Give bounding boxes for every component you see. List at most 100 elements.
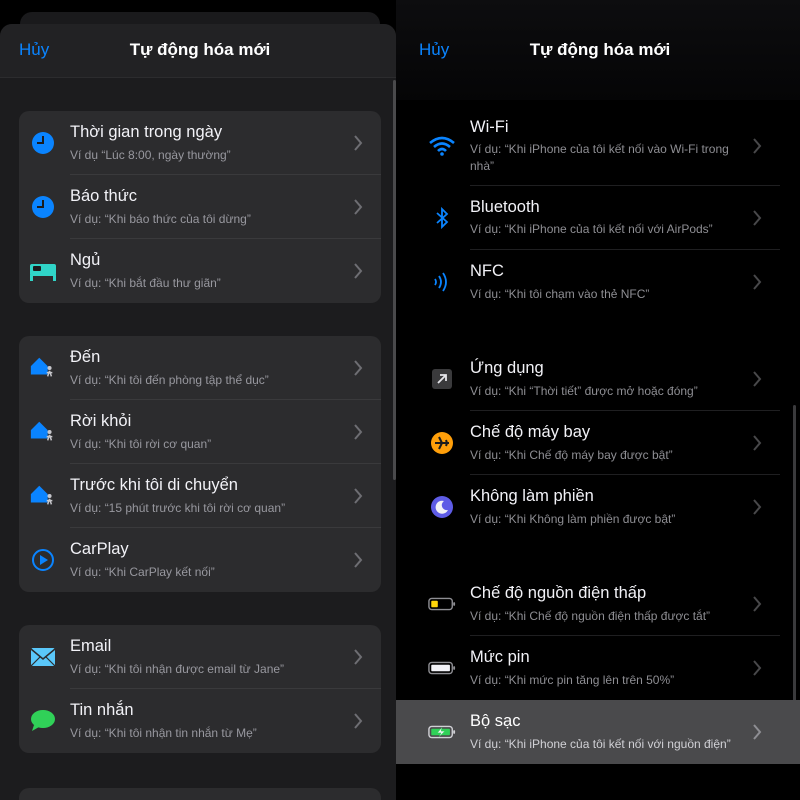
row-label: Đến [70,348,101,366]
row-subtitle: Ví dụ: “Khi tôi rời cơ quan” [70,437,212,451]
home-person-icon [29,418,57,446]
row-subtitle: Ví dụ: “Khi iPhone của tôi kết nối với A… [470,222,713,236]
wifi-icon [428,132,456,160]
chevron-right-icon [753,596,762,612]
clock-icon [29,129,57,157]
row-subtitle: Ví dụ: “Khi tôi đến phòng tập thể dục” [70,373,269,387]
trigger-carplay[interactable]: CarPlay Ví dụ: “Khi CarPlay kết nối” [19,528,381,592]
row-subtitle: Ví dụ “Lúc 8:00, ngày thường” [70,148,231,162]
trigger-wifi[interactable]: Wi-Fi Ví dụ: “Khi iPhone của tôi kết nối… [396,106,800,186]
chevron-right-icon [753,274,762,290]
row-subtitle: Ví dụ: “Khi tôi nhận được email từ Jane” [70,662,285,676]
communication-triggers-group: Email Ví dụ: “Khi tôi nhận được email từ… [19,625,381,753]
right-panel: Hủy Tự động hóa mới Wi-Fi Ví dụ: “Khi iP… [396,0,800,800]
trigger-alarm[interactable]: Báo thức Ví dụ: “Khi báo thức của tôi dừ… [19,175,381,239]
row-subtitle: Ví dụ: “15 phút trước khi tôi rời cơ qua… [70,501,286,515]
trigger-airplane-mode[interactable]: Chế độ máy bay Ví dụ: “Khi Chế độ máy ba… [396,411,800,475]
home-person-icon [29,354,57,382]
cancel-button[interactable]: Hủy [419,40,449,60]
trigger-bluetooth[interactable]: Bluetooth Ví dụ: “Khi iPhone của tôi kết… [396,186,800,250]
trigger-app[interactable]: Ứng dụng Ví dụ: “Khi “Thời tiết” được mở… [396,347,800,411]
row-label: Thời gian trong ngày [70,123,223,141]
row-subtitle: Ví dụ: “Khi Không làm phiền được bật” [470,512,676,526]
page-title: Tự động hóa mới [129,40,271,59]
row-subtitle: Ví dụ: “Khi mức pin tăng lên trên 50%” [470,673,675,687]
row-label: Ngủ [70,251,101,269]
nfc-icon [428,268,456,296]
row-label: Tin nhắn [70,701,134,719]
trigger-sleep[interactable]: Ngủ Ví dụ: “Khi bắt đầu thư giãn” [19,239,381,303]
time-triggers-group: Thời gian trong ngày Ví dụ “Lúc 8:00, ng… [19,111,381,303]
mail-icon [29,643,57,671]
chevron-right-icon [354,649,363,665]
trigger-nfc[interactable]: NFC Ví dụ: “Khi tôi chạm vào thẻ NFC” [396,250,800,314]
location-triggers-group: Đến Ví dụ: “Khi tôi đến phòng tập thể dụ… [19,336,381,592]
row-subtitle: Ví dụ: “Khi Chế độ máy bay được bật” [470,448,673,462]
row-label: CarPlay [70,540,129,558]
chevron-right-icon [753,435,762,451]
trigger-before-commute[interactable]: Trước khi tôi di chuyển Ví dụ: “15 phút … [19,464,381,528]
row-subtitle: Ví dụ: “Khi báo thức của tôi dừng” [70,212,251,226]
bed-icon [29,257,57,285]
bluetooth-icon [428,204,456,232]
row-label: NFC [470,262,504,280]
clock-icon [29,193,57,221]
row-label: Bluetooth [470,198,540,216]
trigger-message[interactable]: Tin nhắn Ví dụ: “Khi tôi nhận tin nhắn t… [19,689,381,753]
battery-icon [428,654,456,682]
row-subtitle: Ví dụ: “Khi tôi nhận tin nhắn từ Mẹ” [70,726,257,740]
trigger-time-of-day[interactable]: Thời gian trong ngày Ví dụ “Lúc 8:00, ng… [19,111,381,175]
left-panel: Hủy Tự động hóa mới Thời gian trong ngày… [0,0,396,800]
chevron-right-icon [753,660,762,676]
row-subtitle: Ví dụ: “Khi “Thời tiết” được mở hoặc đón… [470,384,698,398]
chevron-right-icon [354,424,363,440]
row-subtitle: Ví dụ: “Khi iPhone của tôi kết nối với n… [470,737,731,751]
row-label: Wi-Fi [470,118,509,136]
low-battery-icon [428,590,456,618]
chevron-right-icon [354,552,363,568]
trigger-email[interactable]: Email Ví dụ: “Khi tôi nhận được email từ… [19,625,381,689]
trigger-arrive[interactable]: Đến Ví dụ: “Khi tôi đến phòng tập thể dụ… [19,336,381,400]
chevron-right-icon [354,199,363,215]
row-label: Trước khi tôi di chuyển [70,476,238,494]
home-person-icon [29,482,57,510]
carplay-icon [29,546,57,574]
chevron-right-icon [354,135,363,151]
row-label: Chế độ máy bay [470,423,591,441]
trigger-battery-level[interactable]: Mức pin Ví dụ: “Khi mức pin tăng lên trê… [396,636,800,700]
moon-icon [428,493,456,521]
trigger-leave[interactable]: Rời khỏi Ví dụ: “Khi tôi rời cơ quan” [19,400,381,464]
trigger-low-power-mode[interactable]: Chế độ nguồn điện thấp Ví dụ: “Khi Chế đ… [396,572,800,636]
chevron-right-icon [753,371,762,387]
row-label: Ứng dụng [470,359,544,377]
chevron-right-icon [354,263,363,279]
chevron-right-icon [354,713,363,729]
row-subtitle: Ví dụ: “Khi Chế độ nguồn điện thấp được … [470,609,711,623]
chevron-right-icon [354,360,363,376]
row-label: Không làm phiền [470,487,594,505]
charging-battery-icon [428,718,456,746]
app-arrow-icon [428,365,456,393]
row-subtitle: Ví dụ: “Khi CarPlay kết nối” [70,565,215,579]
trigger-charger[interactable]: Bộ sạc Ví dụ: “Khi iPhone của tôi kết nố… [396,700,800,764]
message-icon [29,707,57,735]
row-subtitle: Ví dụ: “Khi iPhone của tôi kết nối vào W… [470,142,729,173]
row-label: Mức pin [470,648,530,666]
next-group [19,788,381,800]
chevron-right-icon [753,499,762,515]
row-label: Bộ sạc [470,712,521,730]
row-label: Chế độ nguồn điện thấp [470,584,647,602]
cancel-button[interactable]: Hủy [19,40,49,60]
row-label: Email [70,637,112,655]
chevron-right-icon [753,138,762,154]
row-subtitle: Ví dụ: “Khi bắt đầu thư giãn” [70,276,221,290]
airplane-icon [428,429,456,457]
trigger-do-not-disturb[interactable]: Không làm phiền Ví dụ: “Khi Không làm ph… [396,475,800,539]
row-label: Rời khỏi [70,412,132,430]
row-subtitle: Ví dụ: “Khi tôi chạm vào thẻ NFC” [470,287,650,301]
chevron-right-icon [753,724,762,740]
chevron-right-icon [753,210,762,226]
chevron-right-icon [354,488,363,504]
page-title: Tự động hóa mới [529,40,671,59]
row-label: Báo thức [70,187,137,205]
